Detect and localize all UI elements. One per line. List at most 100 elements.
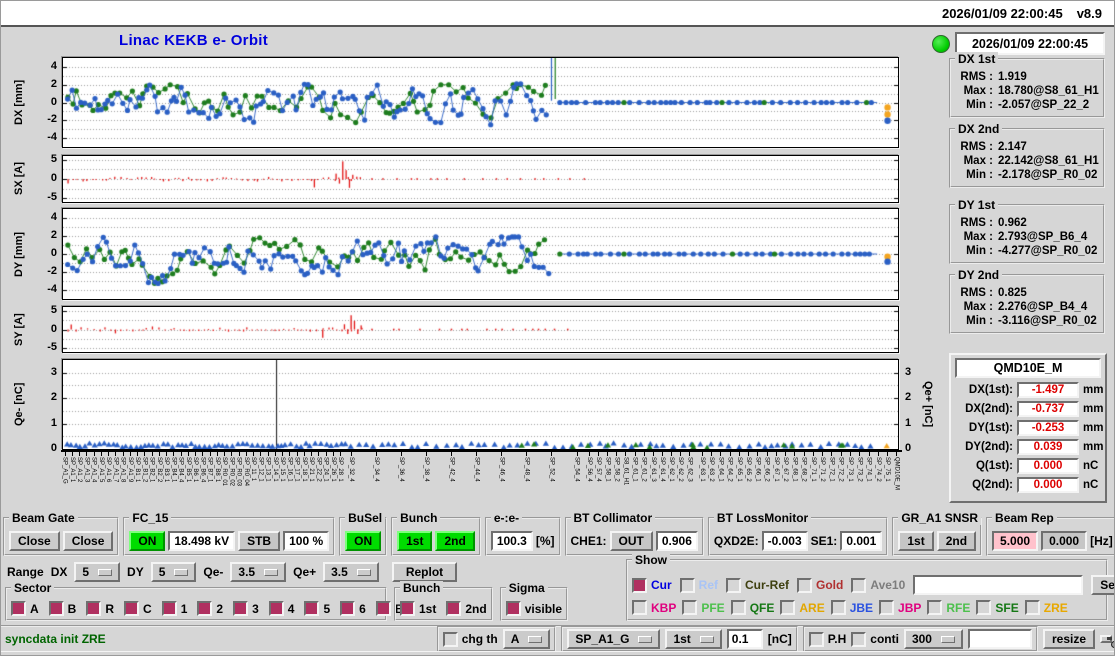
show-zre-checkbox[interactable]: ZRE (1024, 600, 1068, 615)
bpm-tick-mark (661, 452, 663, 456)
bpm-tick-mark (785, 452, 787, 456)
bpm-x-label: SP_34_4 (373, 457, 380, 482)
bpm-x-label: SP_74_1 (865, 457, 872, 482)
fc15-stb-button[interactable]: STB (238, 531, 281, 551)
checkbox-icon (233, 601, 249, 616)
ref-name-input[interactable] (913, 575, 1084, 595)
checkbox-icon (124, 601, 140, 616)
bpm-x-label: SP_17_1 (293, 457, 300, 482)
resize-button[interactable]: resize (1042, 629, 1095, 649)
range-dy-dropdown[interactable]: 5 (150, 562, 197, 582)
bunch-select-1st-checkbox[interactable]: 1st (400, 601, 436, 616)
y-tick-label: -4 (47, 283, 57, 295)
sector-1-checkbox[interactable]: 1 (161, 601, 188, 616)
set-ref-button[interactable]: Set Ref (1091, 575, 1114, 595)
bpm-x-label: SP_B5_1 (184, 457, 191, 483)
ph-checkbox[interactable]: P.H (808, 631, 846, 647)
che1-out-button[interactable]: OUT (609, 531, 653, 551)
replot-button[interactable]: Replot (391, 562, 458, 582)
checkbox-icon (830, 600, 846, 615)
qxd2e-value: -0.003 (761, 531, 808, 551)
beam-gate-close-button-2[interactable]: Close (62, 531, 114, 551)
bpm-x-label: SP_15_1 (279, 457, 286, 482)
show-cur-ref-checkbox[interactable]: Cur-Ref (726, 577, 789, 593)
stat-max: Max :18.780@S8_61_H1 (963, 85, 1099, 97)
beam-rep-set-value: 5.000 (992, 531, 1039, 551)
gr-snsr-1st-button[interactable]: 1st (898, 531, 934, 551)
bunch-select-dropdown[interactable]: 1st (665, 629, 722, 649)
monitor-row: Q(1st): 0.000 nC (975, 458, 1099, 474)
extra-input[interactable] (967, 629, 1032, 649)
chg-th-checkbox[interactable]: chg th (442, 631, 498, 647)
fc15-on-button[interactable]: ON (129, 531, 166, 551)
beam-gate-close-button-1[interactable]: Close (9, 531, 60, 551)
th-channel-dropdown[interactable]: A (502, 629, 551, 649)
conti-checkbox[interactable]: conti (851, 631, 899, 647)
bpm-tick-mark (689, 452, 691, 456)
bpm-x-label: SP_B4_4 (177, 457, 184, 483)
sector-item-label: 4 (287, 601, 295, 616)
bpm-x-label: SP_B7_1 (206, 457, 213, 483)
bunch-select-2nd-checkbox[interactable]: 2nd (446, 601, 487, 616)
sector-b-checkbox[interactable]: B (48, 601, 76, 616)
sector-4-checkbox[interactable]: 4 (268, 601, 295, 616)
y-tick-label: 0 (50, 247, 57, 259)
busel-on-button[interactable]: ON (345, 531, 382, 551)
bunch-1st-button[interactable]: 1st (397, 531, 433, 551)
checkbox-icon (340, 601, 356, 616)
sector-2-checkbox[interactable]: 2 (197, 601, 223, 616)
bpm-x-label: SP_63_1 (698, 457, 705, 482)
sector-3-checkbox[interactable]: 3 (233, 601, 259, 616)
sector-r-checkbox[interactable]: R (86, 601, 114, 616)
sigma-visible-checkbox[interactable]: visible (505, 601, 562, 616)
range-qep-dropdown[interactable]: 3.5 (323, 562, 379, 582)
bpm-tick-mark (325, 452, 327, 456)
gr-snsr-2nd-button[interactable]: 2nd (936, 531, 977, 551)
show-group: Show Cur Ref Cur-Ref Gold Ave10 Set Ref KBP P… (626, 553, 1114, 621)
show-jbp-checkbox[interactable]: JBP (879, 600, 921, 615)
show-kbp-checkbox[interactable]: KBP (632, 600, 676, 615)
threshold-input[interactable] (726, 629, 763, 649)
bpm-x-label: SP_B2_1 (148, 457, 155, 483)
bpm-x-label: SP_R0_01 (221, 457, 228, 487)
show-cur-checkbox[interactable]: Cur (632, 577, 672, 593)
beam-rep-hz-unit: [Hz] (1090, 534, 1113, 548)
sector-6-checkbox[interactable]: 6 (340, 601, 366, 616)
show-gold-checkbox[interactable]: Gold (797, 577, 843, 593)
sector-group: Sector ABRC123456BT (5, 581, 411, 621)
show-qfe-checkbox[interactable]: QFE (730, 600, 774, 615)
screenshot-button[interactable] (1100, 635, 1112, 643)
range-dx-dropdown[interactable]: 5 (74, 562, 121, 582)
bpm-tick-mark (144, 452, 146, 456)
bpm-x-label: SP_A1_6 (105, 457, 112, 483)
dy-axis-label: DY [mm] (13, 231, 25, 277)
bunch-select-group: Bunch 1st 2nd (394, 581, 493, 621)
show-ave10-checkbox[interactable]: Ave10 (851, 577, 905, 593)
sector-a-checkbox[interactable]: A (11, 601, 39, 616)
bpm-tick-mark (340, 452, 342, 456)
sector-item-label: 1 (180, 601, 188, 616)
range-qem-dropdown[interactable]: 3.5 (230, 562, 287, 582)
show-rfe-checkbox[interactable]: RFE (927, 600, 970, 615)
bpm-tick-mark (93, 452, 95, 456)
bpm-select-dropdown[interactable]: SP_A1_G (567, 629, 661, 649)
bpm-x-label: SP_R0_04 (242, 457, 249, 487)
sector-item-label: 6 (359, 601, 366, 616)
bpm-tick-mark (868, 452, 870, 456)
bpm-tick-mark (576, 452, 578, 456)
show-sfe-checkbox[interactable]: SFE (976, 600, 1019, 615)
bpm-tick-mark (526, 452, 528, 456)
bpm-x-label: SP_28_1 (337, 457, 344, 482)
sector-c-checkbox[interactable]: C (124, 601, 152, 616)
bpm-tick-mark (260, 452, 262, 456)
show-jbe-checkbox[interactable]: JBE (830, 600, 873, 615)
sector-5-checkbox[interactable]: 5 (304, 601, 330, 616)
show-ref-checkbox[interactable]: Ref (679, 577, 718, 593)
points-dropdown[interactable]: 300 (903, 629, 963, 649)
bpm-tick-mark (766, 452, 768, 456)
sector-item-label: A (30, 601, 39, 616)
show-are-checkbox[interactable]: ARE (780, 600, 825, 615)
bunch-2nd-button[interactable]: 2nd (435, 531, 475, 551)
show-pfe-checkbox[interactable]: PFE (682, 600, 725, 615)
bpm-tick-mark (589, 452, 591, 456)
